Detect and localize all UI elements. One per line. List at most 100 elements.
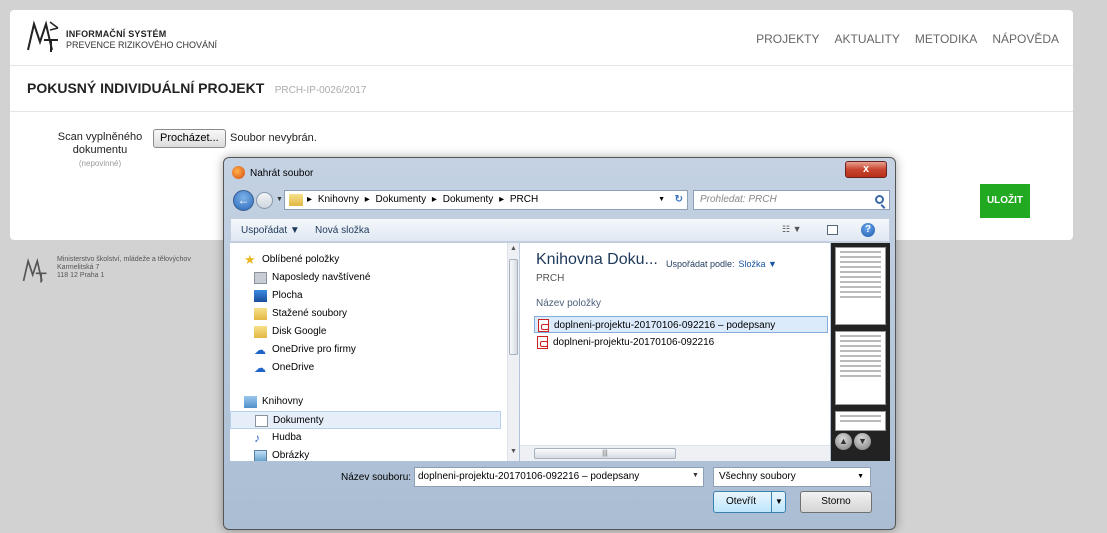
filename-label: Název souboru:	[341, 472, 412, 483]
chevron-right-icon: ▸	[307, 194, 313, 205]
tree-label: Naposledy navštívené	[272, 272, 371, 283]
tree-onedrive[interactable]: ☁ OneDrive	[230, 359, 501, 377]
file-type-select[interactable]: Všechny soubory ▼	[713, 467, 871, 487]
tree-label: Obrázky	[272, 450, 310, 461]
tree-music[interactable]: ♪ Hudba	[230, 429, 501, 447]
tree-downloads[interactable]: Stažené soubory	[230, 305, 501, 323]
file-name: doplneni-projektu-20170106-092216	[553, 337, 715, 348]
forward-button[interactable]	[256, 192, 273, 209]
nav-aktuality[interactable]: AKTUALITY	[834, 32, 899, 46]
footer-line-3: 118 12 Praha 1	[57, 272, 105, 279]
footer-logo	[22, 258, 47, 283]
chevron-right-icon: ▸	[431, 194, 437, 205]
file-name: doplneni-projektu-20170106-092216 – pode…	[554, 320, 776, 331]
organize-button[interactable]: Uspořádat ▼	[241, 225, 300, 236]
filename-dropdown-icon[interactable]: ▼	[692, 472, 699, 479]
close-button[interactable]: x	[845, 161, 887, 178]
crumb-dokumenty[interactable]: Dokumenty	[376, 194, 427, 205]
new-folder-button[interactable]: Nová složka	[315, 225, 369, 236]
tree-recent[interactable]: Naposledy navštívené	[230, 269, 501, 287]
arrange-by: Uspořádat podle: Složka ▼	[666, 259, 777, 269]
open-button[interactable]: Otevřít ▼	[713, 491, 786, 513]
crumb-prch[interactable]: PRCH	[510, 194, 538, 205]
browse-button[interactable]: Procházet...	[153, 129, 226, 148]
chevron-right-icon: ▸	[499, 194, 505, 205]
chevron-down-icon: ▼	[857, 473, 864, 480]
command-bar: Uspořádat ▼ Nová složka ☷ ▼ ?	[230, 218, 890, 242]
music-icon: ♪	[254, 431, 260, 445]
libraries-icon	[244, 396, 257, 408]
dialog-title: Nahrát soubor	[250, 168, 314, 179]
star-icon: ★	[244, 252, 256, 267]
back-button[interactable]: ←	[233, 190, 254, 211]
file-item[interactable]: doplneni-projektu-20170106-092216 – pode…	[534, 316, 828, 333]
tree-favorites[interactable]: ★ Oblíbené položky	[230, 251, 501, 269]
refresh-icon[interactable]: ↻	[675, 191, 683, 209]
documents-icon	[255, 415, 268, 427]
search-placeholder: Prohledat: PRCH	[700, 194, 777, 205]
scroll-down-icon[interactable]: ▼	[510, 448, 517, 455]
cancel-button[interactable]: Storno	[800, 491, 872, 513]
nav-napoveda[interactable]: NÁPOVĚDA	[992, 32, 1059, 46]
search-input[interactable]: Prohledat: PRCH	[693, 190, 890, 210]
library-title: Knihovna Doku...	[536, 251, 658, 268]
preview-page	[835, 331, 886, 405]
scroll-up-icon[interactable]: ▲	[510, 245, 517, 252]
tree-google-drive[interactable]: Disk Google	[230, 323, 501, 341]
tree-pictures[interactable]: Obrázky	[230, 447, 501, 461]
file-dialog: Nahrát soubor x ← ▼ ▸ Knihovny ▸ Dokumen…	[223, 157, 896, 530]
arrange-label: Uspořádat podle:	[666, 259, 735, 269]
footer-line-1: Ministerstvo školství, mládeže a tělovýc…	[57, 256, 191, 263]
tree-label: Dokumenty	[273, 415, 324, 426]
preview-down-icon[interactable]: ▼	[854, 433, 871, 450]
split-divider	[771, 492, 772, 512]
tree-desktop[interactable]: Plocha	[230, 287, 501, 305]
google-drive-folder-icon	[254, 326, 267, 338]
downloads-folder-icon	[254, 308, 267, 320]
preview-pane: ▲ ▼	[831, 243, 890, 461]
search-icon[interactable]	[875, 195, 884, 204]
crumb-knihovny[interactable]: Knihovny	[318, 194, 359, 205]
tree-label: OneDrive pro firmy	[272, 344, 356, 355]
crumb-dokumenty-2[interactable]: Dokumenty	[443, 194, 494, 205]
view-options-icon[interactable]: ☷ ▼	[782, 224, 801, 235]
chevron-right-icon: ▸	[364, 194, 370, 205]
tree-onedrive-business[interactable]: ☁ OneDrive pro firmy	[230, 341, 501, 359]
nav-metodika[interactable]: METODIKA	[915, 32, 977, 46]
open-button-label: Otevřít	[726, 496, 757, 507]
file-list-hscrollbar[interactable]: |||	[520, 445, 830, 461]
preview-pane-icon[interactable]	[827, 225, 838, 235]
open-options-icon[interactable]: ▼	[775, 497, 783, 506]
tree-label: OneDrive	[272, 362, 315, 373]
library-subtitle: PRCH	[536, 273, 565, 284]
top-bar: INFORMAČNÍ SYSTÉM PREVENCE RIZIKOVÉHO CH…	[10, 10, 1073, 66]
history-dropdown-icon[interactable]: ▼	[276, 196, 283, 203]
pictures-icon	[254, 450, 267, 461]
address-bar[interactable]: ▸ Knihovny ▸ Dokumenty ▸ Dokumenty ▸ PRC…	[284, 190, 688, 210]
arrange-dropdown[interactable]: Složka ▼	[739, 259, 777, 269]
hscroll-thumb[interactable]: |||	[534, 448, 676, 459]
navigation-pane: ★ Oblíbené položky Naposledy navštívené …	[230, 243, 509, 461]
cloud-icon: ☁	[254, 361, 266, 375]
tree-documents[interactable]: Dokumenty	[230, 411, 501, 429]
pdf-icon	[538, 319, 549, 332]
filename-input[interactable]: doplneni-projektu-20170106-092216 – pode…	[414, 467, 704, 487]
divider	[10, 111, 1073, 112]
folder-icon	[289, 194, 303, 206]
scroll-thumb[interactable]	[509, 259, 518, 355]
file-item[interactable]: doplneni-projektu-20170106-092216	[534, 334, 828, 351]
nav-scrollbar[interactable]: ▲ ▼	[507, 243, 519, 461]
tree-label: Oblíbené položky	[262, 254, 340, 265]
help-icon[interactable]: ?	[861, 223, 875, 237]
save-button[interactable]: ULOŽIT	[980, 184, 1030, 218]
column-header-name[interactable]: Název položky	[536, 298, 601, 309]
preview-up-icon[interactable]: ▲	[835, 433, 852, 450]
tree-libraries[interactable]: Knihovny	[230, 393, 501, 411]
footer-line-2: Karmelitská 7	[57, 264, 100, 271]
address-dropdown-icon[interactable]: ▼	[658, 191, 665, 209]
preview-page	[835, 411, 886, 431]
nav-projekty[interactable]: PROJEKTY	[756, 32, 819, 46]
pdf-icon	[537, 336, 548, 349]
brand-title: INFORMAČNÍ SYSTÉM	[66, 29, 167, 39]
firefox-icon	[232, 166, 245, 179]
